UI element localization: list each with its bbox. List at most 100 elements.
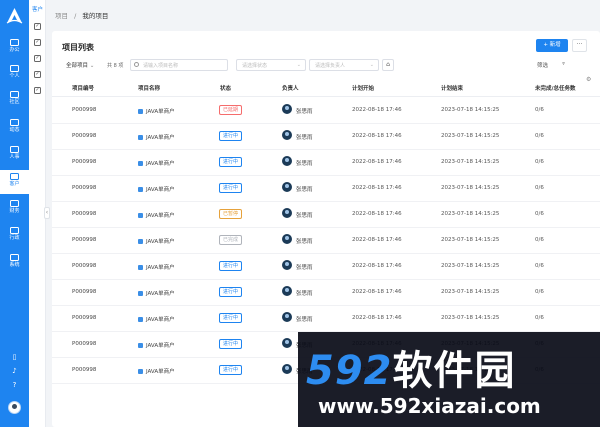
project-id: P000998 <box>72 341 97 347</box>
lock-icon[interactable]: ⌂ <box>382 59 394 71</box>
watermark-brand: 592软件园 <box>306 338 516 396</box>
column-header-id: 项目编号 <box>72 86 95 92</box>
owner-name: 张思雨 <box>296 291 313 297</box>
table-row[interactable]: P000998 JAVA单商户 已延期 张思雨 2022-08-18 17:46 2023… <box>52 98 600 124</box>
chevron-down-icon: ⌄ <box>89 63 95 69</box>
status-badge: 进行中 <box>219 313 243 323</box>
rail-item[interactable]: 行政 <box>0 224 29 248</box>
task-count: 0/6 <box>535 133 544 139</box>
main-nav-rail: 办公个人社区动态人事客户财务行政系统 ▯ ♪ ? <box>0 0 29 427</box>
owner-avatar <box>282 364 292 374</box>
task-count: 0/6 <box>535 289 544 295</box>
rail-item[interactable]: 系统 <box>0 251 29 275</box>
search-input[interactable]: 请输入项目名称 <box>130 59 228 71</box>
rail-item[interactable]: 动态 <box>0 116 29 140</box>
owner-name: 张思雨 <box>296 265 313 271</box>
breadcrumb-root[interactable]: 项目 <box>55 12 68 20</box>
plan-start: 2022-08-18 17:46 <box>352 289 402 295</box>
bell-icon[interactable]: ♪ <box>0 367 29 375</box>
project-name[interactable]: JAVA单商户 <box>138 185 175 193</box>
owner-placeholder: 请选择负责人 <box>315 63 346 69</box>
rail-item[interactable]: 办公 <box>0 36 29 60</box>
column-header-end: 计划结束 <box>441 86 464 92</box>
table-row[interactable]: P000998 JAVA单商户 进行中 张思雨 2022-08-18 17:46 2023… <box>52 280 600 306</box>
table-row[interactable]: P000998 JAVA单商户 已完成 张思雨 2022-08-18 17:46 2023… <box>52 228 600 254</box>
owner-select[interactable]: 请选择负责人 ⌄ <box>309 59 379 71</box>
rail-item[interactable]: 客户 <box>0 170 29 194</box>
rail-item[interactable]: 个人 <box>0 62 29 86</box>
briefcase-icon <box>10 65 19 72</box>
subnav-order-icon[interactable]: ✓ <box>34 55 41 62</box>
plan-end: 2023-07-18 14:15:25 <box>441 289 500 295</box>
project-name[interactable]: JAVA单商户 <box>138 263 175 271</box>
table-row[interactable]: P000998 JAVA单商户 进行中 张思雨 2022-08-18 17:46 2023… <box>52 254 600 280</box>
watermark-url: www.592xiazai.com <box>318 394 541 418</box>
collapse-toggle[interactable]: ‹ <box>44 207 50 219</box>
rail-item-label: 社区 <box>9 99 20 105</box>
rail-item[interactable]: 人事 <box>0 143 29 167</box>
watermark-digits: 592 <box>306 348 393 394</box>
rail-item-label: 个人 <box>9 73 20 79</box>
project-id: P000998 <box>72 133 97 139</box>
column-header-status: 状态 <box>220 86 232 92</box>
rail-item[interactable]: 财务 <box>0 197 29 221</box>
project-name[interactable]: JAVA单商户 <box>138 237 175 245</box>
subnav-customer-icon[interactable]: ✓ <box>34 23 41 30</box>
status-placeholder: 请选择状态 <box>242 63 268 69</box>
search-placeholder: 请输入项目名称 <box>143 63 179 69</box>
table-row[interactable]: P000998 JAVA单商户 进行中 张思雨 2022-08-18 17:46 2023… <box>52 124 600 150</box>
status-badge: 进行中 <box>219 365 243 375</box>
subnav-contract-icon[interactable]: ✓ <box>34 39 41 46</box>
project-name-text: JAVA单商户 <box>146 291 175 297</box>
project-name[interactable]: JAVA单商户 <box>138 341 175 349</box>
cube-icon <box>138 291 143 296</box>
add-project-button[interactable]: + 新增 <box>536 39 568 52</box>
project-id: P000998 <box>72 263 97 269</box>
site-watermark: 592软件园 www.592xiazai.com <box>298 332 600 427</box>
table-row[interactable]: P000998 JAVA单商户 已暂停 张思雨 2022-08-18 17:46 2023… <box>52 202 600 228</box>
plan-end: 2023-07-18 14:15:25 <box>441 263 500 269</box>
chevron-down-icon: ⌄ <box>296 62 301 68</box>
owner-avatar <box>282 104 292 114</box>
project-name[interactable]: JAVA单商户 <box>138 289 175 297</box>
status-badge: 已延期 <box>219 105 243 115</box>
briefcase-icon <box>10 119 19 126</box>
subnav-title: 客户 <box>32 7 44 13</box>
briefcase-icon <box>10 173 19 180</box>
project-name[interactable]: JAVA单商户 <box>138 133 175 141</box>
project-name[interactable]: JAVA单商户 <box>138 159 175 167</box>
status-badge: 进行中 <box>219 131 243 141</box>
project-scope-select[interactable]: 全部项目 ⌄ <box>66 61 94 69</box>
rail-item[interactable]: 社区 <box>0 88 29 112</box>
table-row[interactable]: P000998 JAVA单商户 进行中 张思雨 2022-08-18 17:46 2023… <box>52 306 600 332</box>
help-icon[interactable]: ? <box>0 381 29 389</box>
owner-avatar <box>282 260 292 270</box>
chevron-down-icon: ⌄ <box>369 62 374 68</box>
owner-name: 张思雨 <box>296 135 313 141</box>
status-select[interactable]: 请选择状态 ⌄ <box>236 59 306 71</box>
app-logo-icon[interactable] <box>4 6 25 27</box>
project-name[interactable]: JAVA单商户 <box>138 315 175 323</box>
rail-item-label: 动态 <box>9 127 20 133</box>
filter-icon[interactable]: ⩔ <box>562 61 565 68</box>
plan-end: 2023-07-18 14:15:25 <box>441 315 500 321</box>
cube-icon <box>138 317 143 322</box>
project-name[interactable]: JAVA单商户 <box>138 367 175 375</box>
table-row[interactable]: P000998 JAVA单商户 进行中 张思雨 2022-08-18 17:46 2023… <box>52 176 600 202</box>
cube-icon <box>138 213 143 218</box>
project-name-text: JAVA单商户 <box>146 265 175 271</box>
subnav-project-icon[interactable]: ✓ <box>34 71 41 78</box>
subnav-report-icon[interactable]: ✓ <box>34 87 41 94</box>
table-row[interactable]: P000998 JAVA单商户 进行中 张思雨 2022-08-18 17:46 2023… <box>52 150 600 176</box>
document-icon[interactable]: ▯ <box>0 353 29 361</box>
task-count: 0/6 <box>535 211 544 217</box>
filter-button[interactable]: 筛选 <box>537 61 548 69</box>
owner-avatar <box>282 338 292 348</box>
project-name[interactable]: JAVA单商户 <box>138 107 175 115</box>
more-options-button[interactable]: ··· <box>572 39 587 52</box>
task-count: 0/6 <box>535 107 544 113</box>
breadcrumb-current: 我的项目 <box>82 12 109 20</box>
project-id: P000998 <box>72 159 97 165</box>
user-avatar[interactable] <box>8 401 21 414</box>
project-name[interactable]: JAVA单商户 <box>138 211 175 219</box>
